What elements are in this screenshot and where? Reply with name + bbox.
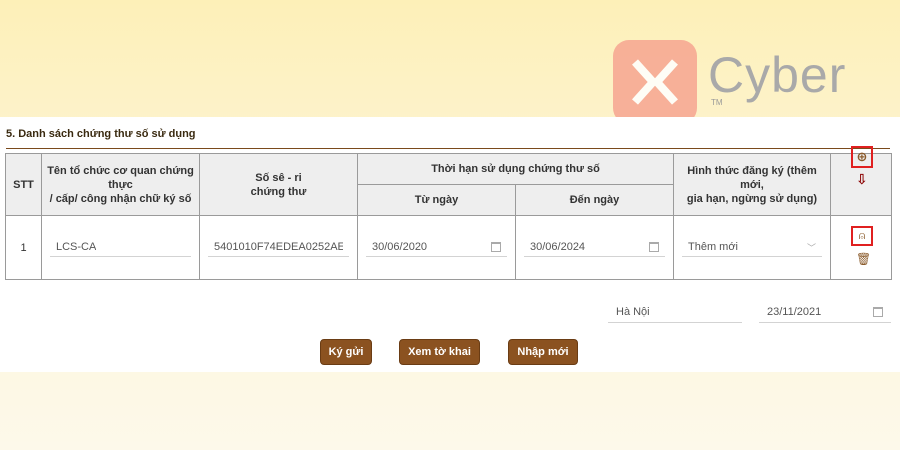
to-date-input[interactable]: 30/06/2024	[524, 238, 665, 257]
header-period: Thời hạn sử dụng chứng thư số	[357, 153, 674, 185]
from-date-input[interactable]: 30/06/2020	[366, 238, 507, 257]
certificate-panel: 5. Danh sách chứng thư số sử dụng STT Tê…	[0, 117, 900, 372]
brand-name: Cyber	[708, 47, 847, 103]
org-value: LCS-CA	[56, 241, 97, 253]
org-input[interactable]: LCS-CA	[50, 238, 191, 257]
date-input[interactable]: 23/11/2021	[759, 301, 891, 323]
row-to-cell: 30/06/2024	[515, 215, 674, 280]
place-input[interactable]: Hà Nội	[608, 301, 742, 323]
from-value: 30/06/2020	[372, 241, 428, 253]
serial-input[interactable]: 5401010F74EDEA0252AE(	[208, 238, 349, 257]
calendar-icon[interactable]	[491, 242, 501, 252]
header-stt: STT	[5, 153, 42, 216]
row-actions: ⍝ 🗑	[830, 215, 892, 280]
table-row: 1 LCS-CA 5401010F74EDEA0252AE( 30/06/202…	[5, 215, 892, 280]
add-row-button[interactable]: ⊕	[851, 146, 873, 168]
edit-row-button[interactable]: ⍝	[851, 226, 873, 246]
preview-button[interactable]: Xem tờ khai	[399, 339, 480, 365]
serial-value: 5401010F74EDEA0252AE(	[214, 241, 343, 253]
type-value: Thêm mới	[688, 241, 738, 253]
arrow-down-icon: ⇩	[856, 171, 868, 187]
section-divider	[6, 148, 890, 149]
row-org-cell: LCS-CA	[41, 215, 200, 280]
header-actions: ⊕ ⇩	[830, 146, 892, 216]
header-serial: Số sê - ri chứng thư	[199, 153, 358, 216]
brand-tm: TM	[711, 98, 723, 107]
chevron-down-icon: ﹀	[806, 242, 816, 253]
logo-mark-icon	[613, 40, 697, 124]
submit-button[interactable]: Ký gửi	[320, 339, 372, 365]
section-title: 5. Danh sách chứng thư số sử dụng	[6, 128, 196, 140]
header-from: Từ ngày	[357, 184, 516, 216]
row-from-cell: 30/06/2020	[357, 215, 516, 280]
trash-icon[interactable]: 🗑	[856, 252, 871, 266]
plus-circle-icon: ⊕	[856, 149, 868, 164]
header-to: Đến ngày	[515, 184, 674, 216]
to-value: 30/06/2024	[530, 241, 586, 253]
date-value: 23/11/2021	[767, 305, 822, 318]
reset-button[interactable]: Nhập mới	[508, 339, 578, 365]
person-icon: ⍝	[858, 229, 866, 242]
place-value: Hà Nội	[616, 305, 650, 318]
brand-logo: Cyber TM	[613, 40, 863, 124]
type-select[interactable]: Thêm mới ﹀	[682, 238, 822, 257]
calendar-icon[interactable]	[873, 306, 883, 317]
row-serial-cell: 5401010F74EDEA0252AE(	[199, 215, 358, 280]
header-type: Hình thức đăng ký (thêm mới, gia hạn, ng…	[673, 153, 831, 216]
calendar-icon[interactable]	[649, 242, 659, 252]
header-org: Tên tổ chức cơ quan chứng thực / cấp/ cô…	[41, 153, 200, 216]
certificate-table: STT Tên tổ chức cơ quan chứng thực / cấp…	[5, 146, 892, 280]
row-type-cell: Thêm mới ﹀	[673, 215, 831, 280]
row-stt: 1	[5, 215, 42, 280]
